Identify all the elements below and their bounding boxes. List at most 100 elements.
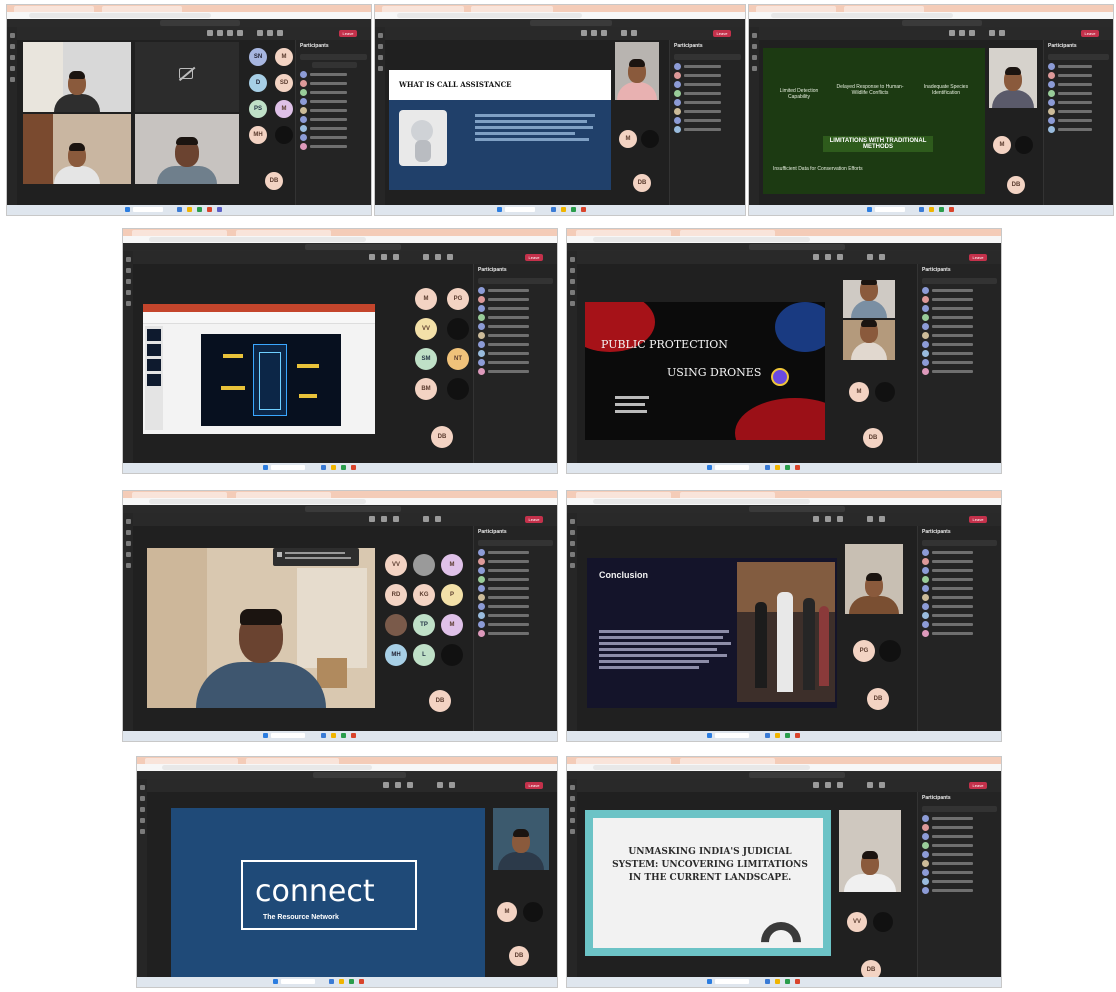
list-item[interactable] [474, 584, 557, 593]
leave-button[interactable]: Leave [339, 30, 357, 37]
app-icon[interactable] [775, 465, 780, 470]
list-item[interactable] [474, 593, 557, 602]
list-item[interactable] [474, 620, 557, 629]
search-input[interactable] [313, 772, 406, 778]
raise-hand-icon[interactable] [837, 254, 843, 260]
camera-icon[interactable] [423, 516, 429, 522]
list-item[interactable] [296, 142, 371, 151]
start-icon[interactable] [707, 979, 712, 984]
camera-icon[interactable] [867, 254, 873, 260]
self-avatar[interactable]: DB [863, 428, 883, 448]
raise-hand-icon[interactable] [227, 30, 233, 36]
list-item[interactable] [918, 868, 1001, 877]
avatar[interactable]: M [441, 614, 463, 636]
app-icon[interactable] [919, 207, 924, 212]
list-item[interactable] [670, 98, 745, 107]
list-item[interactable] [296, 88, 371, 97]
avatar[interactable]: P [441, 584, 463, 606]
camera-icon[interactable] [257, 30, 263, 36]
mic-icon[interactable] [879, 516, 885, 522]
avatar[interactable]: SN [249, 48, 267, 66]
list-item[interactable] [918, 313, 1001, 322]
app-icon[interactable] [359, 979, 364, 984]
app-icon[interactable] [949, 207, 954, 212]
avatar[interactable]: D [249, 74, 267, 92]
list-item[interactable] [670, 125, 745, 134]
camera-icon[interactable] [867, 782, 873, 788]
leave-button[interactable]: Leave [713, 30, 731, 37]
list-item[interactable] [296, 106, 371, 115]
address-bar[interactable] [749, 12, 1113, 19]
people-icon[interactable] [959, 30, 965, 36]
list-item[interactable] [918, 841, 1001, 850]
avatar[interactable]: M [275, 100, 293, 118]
list-item[interactable] [918, 886, 1001, 895]
camera-icon[interactable] [423, 254, 429, 260]
list-item[interactable] [918, 859, 1001, 868]
app-icon[interactable] [339, 979, 344, 984]
start-icon[interactable] [497, 207, 502, 212]
list-item[interactable] [918, 304, 1001, 313]
avatar[interactable]: PS [249, 100, 267, 118]
leave-button[interactable]: Leave [969, 516, 987, 523]
leave-button[interactable]: Leave [525, 782, 543, 789]
list-item[interactable] [474, 548, 557, 557]
chat-icon[interactable] [369, 516, 375, 522]
app-icon[interactable] [795, 979, 800, 984]
chat-icon[interactable] [949, 30, 955, 36]
start-icon[interactable] [707, 465, 712, 470]
list-item[interactable] [918, 322, 1001, 331]
taskbar-search[interactable] [715, 979, 749, 984]
mic-icon[interactable] [267, 30, 273, 36]
participants-search[interactable] [300, 54, 367, 60]
list-item[interactable] [474, 340, 557, 349]
chat-icon[interactable] [369, 254, 375, 260]
start-icon[interactable] [867, 207, 872, 212]
share-icon[interactable] [447, 254, 453, 260]
list-item[interactable] [918, 823, 1001, 832]
self-avatar[interactable]: DB [1007, 176, 1025, 194]
app-icon[interactable] [765, 733, 770, 738]
app-icon[interactable] [561, 207, 566, 212]
avatar[interactable]: MH [385, 644, 407, 666]
address-bar[interactable] [123, 498, 557, 505]
raise-hand-icon[interactable] [407, 782, 413, 788]
app-icon[interactable] [177, 207, 182, 212]
app-icon[interactable] [551, 207, 556, 212]
leave-button[interactable]: Leave [525, 254, 543, 261]
raise-hand-icon[interactable] [393, 254, 399, 260]
list-item[interactable] [918, 548, 1001, 557]
avatar[interactable]: RD [385, 584, 407, 606]
search-input[interactable] [749, 506, 845, 512]
address-bar[interactable] [567, 498, 1001, 505]
list-item[interactable] [1044, 107, 1113, 116]
avatar[interactable]: M [619, 130, 637, 148]
list-item[interactable] [1044, 125, 1113, 134]
mic-icon[interactable] [435, 516, 441, 522]
self-avatar[interactable]: DB [431, 426, 453, 448]
people-icon[interactable] [381, 516, 387, 522]
start-icon[interactable] [125, 207, 130, 212]
camera-icon[interactable] [989, 30, 995, 36]
avatar[interactable]: MH [249, 126, 267, 144]
app-icon[interactable] [775, 733, 780, 738]
avatar[interactable]: NT [447, 348, 469, 370]
avatar[interactable]: M [993, 136, 1011, 154]
app-icon[interactable] [187, 207, 192, 212]
avatar[interactable]: M [441, 554, 463, 576]
raise-hand-icon[interactable] [393, 516, 399, 522]
address-bar[interactable] [7, 12, 371, 19]
avatar[interactable]: BM [415, 378, 437, 400]
search-input[interactable] [530, 20, 612, 26]
list-item[interactable] [474, 349, 557, 358]
avatar[interactable]: M [849, 382, 869, 402]
list-item[interactable] [474, 566, 557, 575]
leave-button[interactable]: Leave [969, 782, 987, 789]
app-icon[interactable] [331, 465, 336, 470]
taskbar-search[interactable] [271, 733, 305, 738]
self-avatar[interactable]: DB [509, 946, 529, 966]
chat-icon[interactable] [813, 254, 819, 260]
list-item[interactable] [670, 71, 745, 80]
search-input[interactable] [159, 20, 240, 26]
chat-icon[interactable] [383, 782, 389, 788]
